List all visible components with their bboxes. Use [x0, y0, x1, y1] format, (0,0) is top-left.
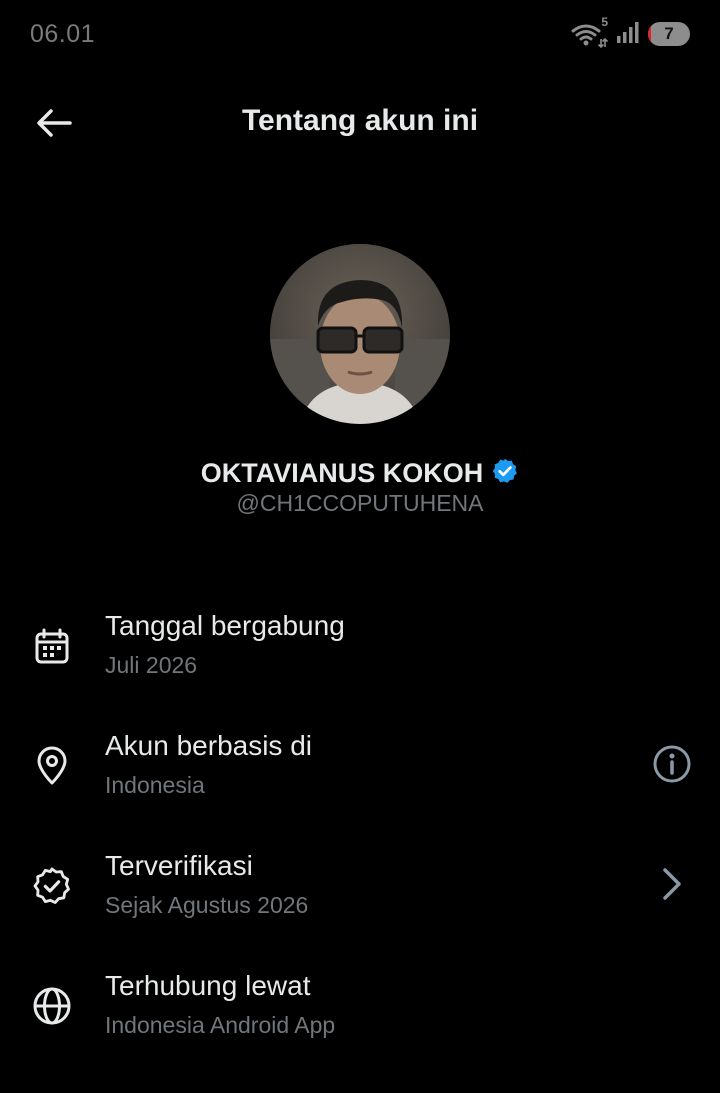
info-button[interactable]	[648, 742, 696, 790]
verified-check-icon	[491, 457, 519, 490]
info-title-joined: Tanggal bergabung	[105, 610, 345, 641]
profile-handle: @CH1CCOPUTUHENA	[236, 490, 484, 516]
info-title-connected: Terhubung lewat	[105, 970, 311, 1001]
info-value-connected: Indonesia Android App	[105, 1012, 336, 1038]
status-bar: 06.01 5 7	[0, 0, 720, 66]
wifi-icon: 5	[570, 15, 609, 49]
info-icon	[652, 744, 692, 789]
info-row-verified[interactable]: Terverifikasi Sejak Agustus 2026	[0, 844, 720, 940]
profile-name: OKTAVIANUS KOKOH	[200, 457, 484, 488]
status-time: 06.01	[30, 20, 96, 48]
wifi-badge: 5	[601, 15, 608, 29]
info-row-joined: Tanggal bergabung Juli 2026	[0, 604, 720, 700]
calendar-icon	[30, 624, 74, 668]
top-bar: Tentang akun ini	[0, 78, 720, 170]
avatar	[270, 244, 450, 424]
info-value-based-in: Indonesia	[105, 772, 205, 798]
chevron-right-icon	[660, 866, 684, 907]
verified-badge-icon	[30, 864, 74, 908]
battery-icon: 7	[648, 22, 690, 46]
info-value-joined: Juli 2026	[105, 652, 198, 678]
info-value-verified: Sejak Agustus 2026	[105, 892, 309, 918]
verified-detail-button[interactable]	[648, 862, 696, 910]
globe-icon	[30, 984, 74, 1028]
status-icons: 5 7	[570, 15, 690, 50]
profile-name-row: OKTAVIANUS KOKOH	[0, 455, 720, 491]
page-title: Tentang akun ini	[241, 104, 479, 137]
location-pin-icon	[30, 744, 74, 788]
info-row-connected: Terhubung lewat Indonesia Android App	[0, 964, 720, 1060]
signal-icon	[616, 20, 640, 49]
info-title-verified: Terverifikasi	[105, 850, 253, 881]
info-row-based-in: Akun berbasis di Indonesia	[0, 724, 720, 820]
battery-level: 7	[664, 24, 674, 43]
info-title-based-in: Akun berbasis di	[105, 730, 313, 761]
